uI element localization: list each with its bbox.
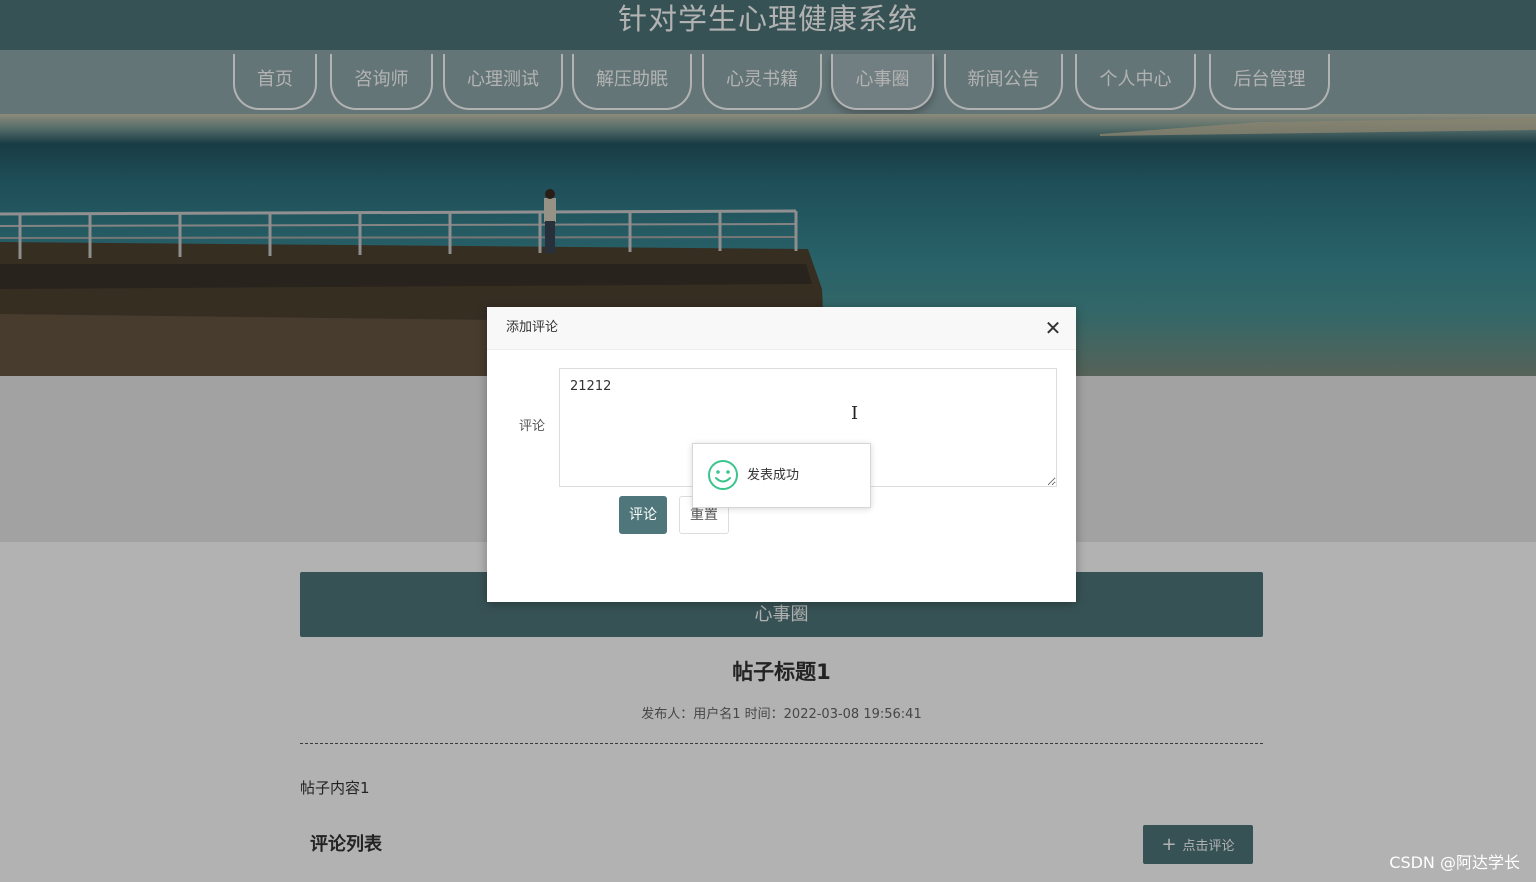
dialog-title: 添加评论 xyxy=(506,320,559,335)
success-toast: 发表成功 xyxy=(692,443,871,508)
dialog-header: 添加评论 ✕ xyxy=(487,307,1076,350)
toast-message: 发表成功 xyxy=(747,468,800,483)
smile-icon xyxy=(708,460,738,490)
watermark: CSDN @阿达学长 xyxy=(1389,853,1520,872)
comment-field-label: 评论 xyxy=(519,419,546,434)
submit-comment-button[interactable]: 评论 xyxy=(619,496,667,534)
text-cursor-icon: I xyxy=(851,403,859,424)
close-icon[interactable]: ✕ xyxy=(1042,317,1064,339)
